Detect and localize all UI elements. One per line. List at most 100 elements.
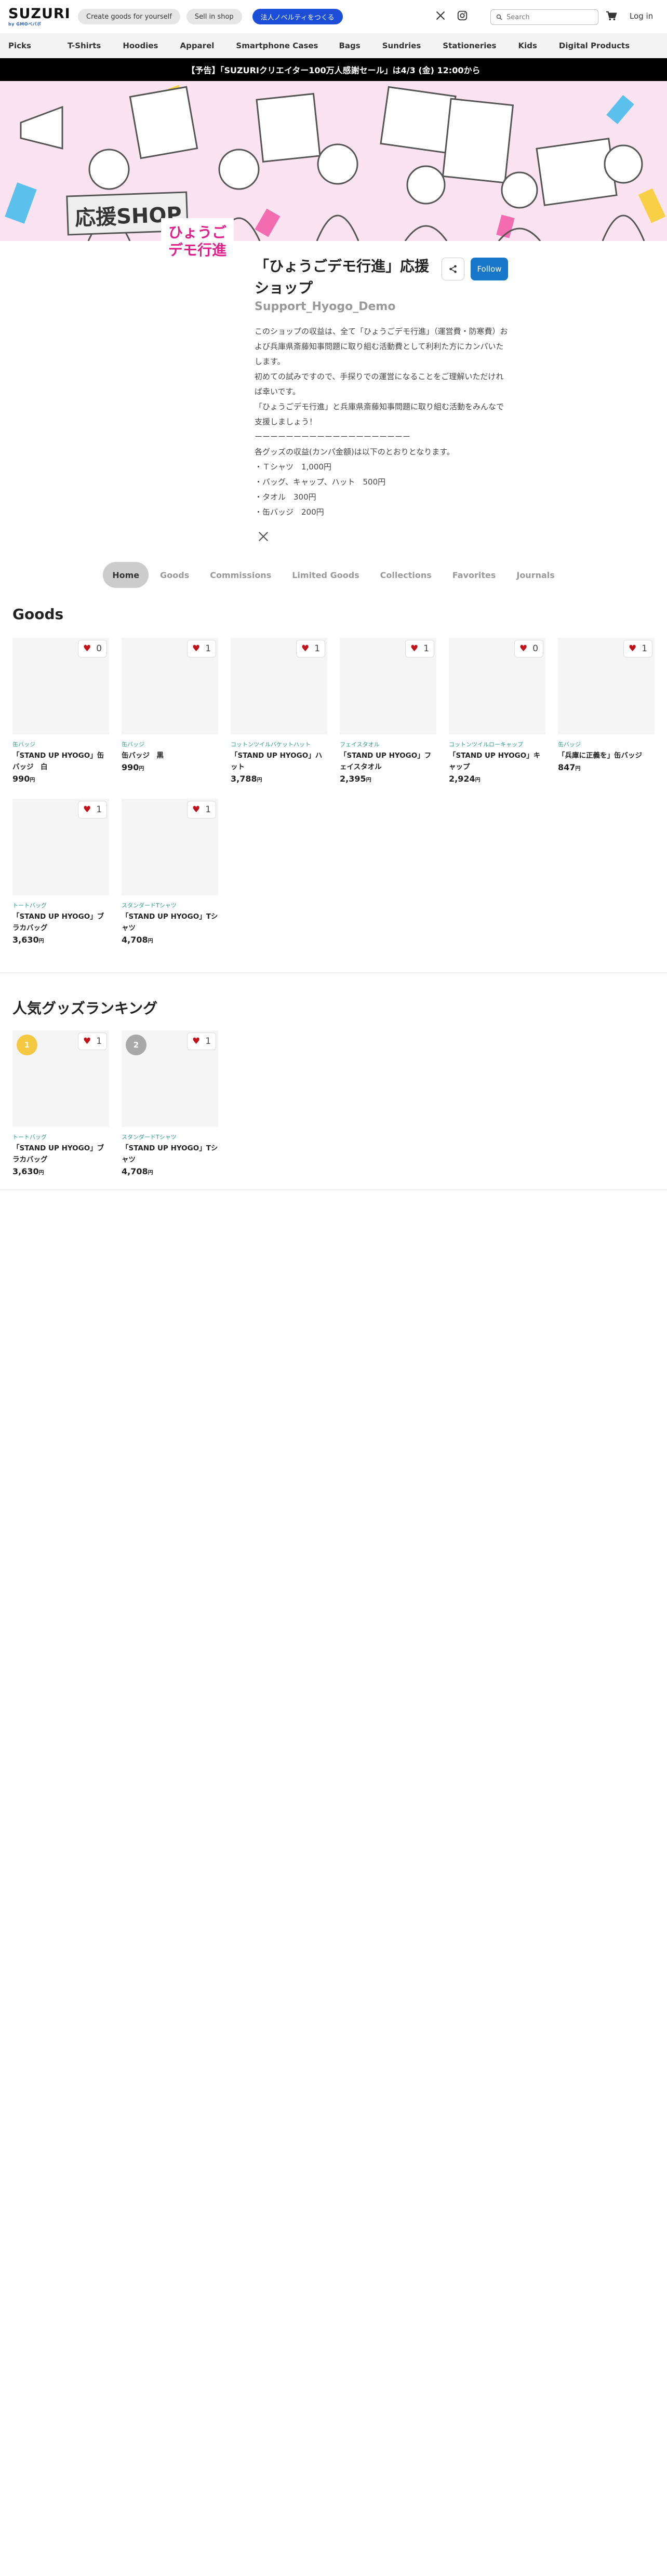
product-category: 缶バッジ [558,741,581,748]
product-name[interactable]: 「STAND UP HYOGO」缶バッジ 白 [12,750,109,773]
shop-logo: ひょうご デモ行進 [161,218,234,265]
product-category: トートバッグ [12,1134,47,1141]
tab-commissions[interactable]: Commissions [201,562,281,588]
product-name[interactable]: 「STAND UP HYOGO」ブラカバッグ [12,911,109,934]
heart-icon: ♥ [83,643,91,654]
share-icon [449,265,457,273]
section-divider [0,1189,667,1190]
social-links [434,9,469,22]
product-thumbnail[interactable]: 2 ♥ 1 [122,1030,218,1127]
product-card[interactable]: ♥ 1 スタンダードTシャツ 「STAND UP HYOGO」Tシャツ 4,708… [122,799,218,945]
category-digital-products[interactable]: Digital Products [559,41,630,50]
product-name[interactable]: 「STAND UP HYOGO」キャップ [449,750,545,773]
like-count: 0 [96,643,102,654]
cart-icon[interactable] [605,9,618,23]
like-count: 1 [314,643,321,654]
category-hoodies[interactable]: Hoodies [123,41,158,50]
product-card[interactable]: ♥ 1 フェイスタオル 「STAND UP HYOGO」フェイスタオル 2,395… [340,638,436,784]
category-apparel[interactable]: Apparel [180,41,214,50]
category-picks[interactable]: Picks [8,41,31,50]
tab-journals[interactable]: Journals [507,562,564,588]
product-thumbnail[interactable]: ♥ 1 [122,638,218,734]
product-thumbnail[interactable]: ♥ 1 [340,638,436,734]
heart-icon: ♥ [628,643,637,654]
like-button[interactable]: ♥ 0 [78,640,107,658]
product-card[interactable]: ♥ 1 缶バッジ 「兵庫に正義を」缶バッジ 847円 [558,638,655,772]
product-name[interactable]: 「STAND UP HYOGO」Tシャツ [122,911,218,934]
announcement-bar[interactable]: 【予告】「SUZURIクリエイター100万人感謝セール」は4/3 (金) 12:… [0,58,667,81]
like-count: 1 [205,643,211,654]
tab-collections[interactable]: Collections [371,562,441,588]
product-name[interactable]: 「STAND UP HYOGO」フェイスタオル [340,750,436,773]
tab-favorites[interactable]: Favorites [443,562,505,588]
like-button[interactable]: ♥ 1 [187,1032,216,1050]
search-box [490,9,598,25]
category-bags[interactable]: Bags [339,41,360,50]
product-thumbnail[interactable]: ♥ 0 [12,638,109,734]
shop-id[interactable]: Support_Hyogo_Demo [255,300,395,313]
heart-icon: ♥ [83,1036,91,1046]
description-line: 「ひょうごデモ行進」と兵庫県斎藤知事問題に取り組む活動をみんなで支援しましょう！ [255,402,504,426]
rank-badge: 1 [17,1035,37,1055]
search-icon [496,12,502,22]
like-button[interactable]: ♥ 0 [514,640,543,658]
product-price: 990円 [12,774,35,784]
ranking-card[interactable]: 1 ♥ 1 トートバッグ 「STAND UP HYOGO」ブラカバッグ 3,630… [12,1030,109,1176]
instagram-icon[interactable] [456,9,469,22]
login-link[interactable]: Log in [630,11,653,21]
category-stationeries[interactable]: Stationeries [443,41,496,50]
search-input[interactable] [506,13,595,21]
description-line: ・缶バッジ 200円 [255,507,324,517]
product-card[interactable]: ♥ 1 コットンツイルバケットハット 「STAND UP HYOGO」ハット 3,… [231,638,327,784]
suzuri-logo[interactable]: SUZURI by GMOペパボ [8,4,70,30]
product-category: フェイスタオル [340,741,380,748]
product-thumbnail[interactable]: ♥ 1 [231,638,327,734]
like-button[interactable]: ♥ 1 [187,801,216,819]
product-price: 2,924円 [449,774,481,784]
product-price: 3,630円 [12,1166,44,1176]
category-tshirts[interactable]: T-Shirts [68,41,101,50]
product-card[interactable]: ♥ 0 缶バッジ 「STAND UP HYOGO」缶バッジ 白 990円 [12,638,109,784]
product-category: コットンツイルバケットハット [231,741,311,748]
product-card[interactable]: ♥ 1 トートバッグ 「STAND UP HYOGO」ブラカバッグ 3,630円 [12,799,109,945]
product-name[interactable]: 「STAND UP HYOGO」Tシャツ [122,1143,218,1165]
tab-limited-goods[interactable]: Limited Goods [283,562,368,588]
product-thumbnail[interactable]: ♥ 1 [122,799,218,895]
category-sundries[interactable]: Sundries [382,41,421,50]
create-goods-button[interactable]: Create goods for yourself [78,9,180,24]
product-name[interactable]: 「STAND UP HYOGO」ハット [231,750,327,773]
like-button[interactable]: ♥ 1 [623,640,652,658]
corporate-novelty-button[interactable]: 法人ノベルティをつくる [252,9,343,24]
like-button[interactable]: ♥ 1 [78,801,107,819]
product-thumbnail[interactable]: ♥ 1 [12,799,109,895]
product-thumbnail[interactable]: ♥ 0 [449,638,545,734]
product-thumbnail[interactable]: 1 ♥ 1 [12,1030,109,1127]
like-button[interactable]: ♥ 1 [405,640,434,658]
product-card[interactable]: ♥ 1 缶バッジ 缶バッジ 黒 990円 [122,638,218,772]
share-button[interactable] [442,258,464,280]
like-button[interactable]: ♥ 1 [296,640,325,658]
product-name[interactable]: 「兵庫に正義を」缶バッジ [558,750,655,761]
tab-home[interactable]: Home [103,562,149,588]
like-button[interactable]: ♥ 1 [187,640,216,658]
product-category: コットンツイルローキャップ [449,741,523,748]
product-category: 缶バッジ [122,741,144,748]
tab-goods[interactable]: Goods [151,562,198,588]
follow-button[interactable]: Follow [471,258,508,280]
like-button[interactable]: ♥ 1 [78,1032,107,1050]
category-kids[interactable]: Kids [518,41,537,50]
description-line: ・タオル 300円 [255,492,316,502]
product-name[interactable]: 缶バッジ 黒 [122,750,218,761]
ranking-card[interactable]: 2 ♥ 1 スタンダードTシャツ 「STAND UP HYOGO」Tシャツ 4,7… [122,1030,218,1176]
sell-in-shop-button[interactable]: Sell in shop [186,9,242,24]
shop-logo-text-1: ひょうご [168,224,226,241]
product-thumbnail[interactable]: ♥ 1 [558,638,655,734]
shop-x-icon[interactable] [258,531,269,545]
product-name[interactable]: 「STAND UP HYOGO」ブラカバッグ [12,1143,109,1165]
x-icon[interactable] [434,9,447,22]
shop-description: このショップの収益は、全て「ひょうごデモ行進」（運営費・防寒費）および兵庫県斎藤… [255,324,509,520]
section-divider [0,972,667,973]
category-smartphone-cases[interactable]: Smartphone Cases [236,41,318,50]
product-card[interactable]: ♥ 0 コットンツイルローキャップ 「STAND UP HYOGO」キャップ 2,… [449,638,545,784]
description-line: 各グッズの収益(カンパ金額)は以下のとおりとなります。 [255,447,455,457]
